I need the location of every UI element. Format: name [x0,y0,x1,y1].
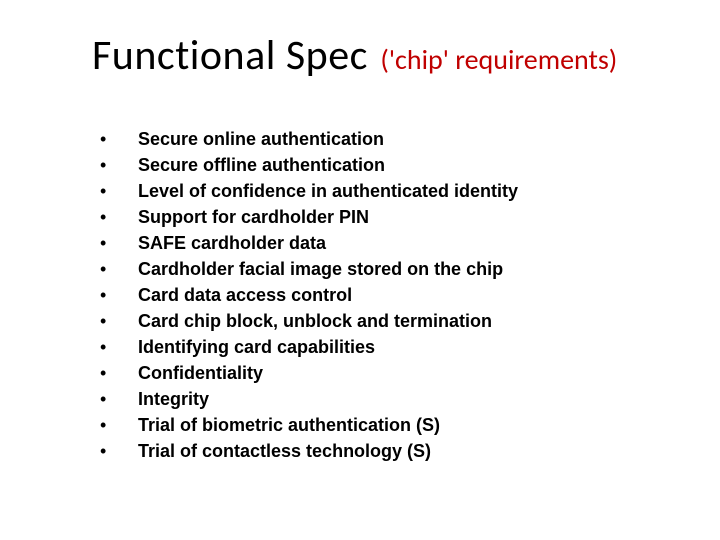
bullet-icon: • [100,363,138,384]
bullet-icon: • [100,259,138,280]
bullet-icon: • [100,311,138,332]
bullet-icon: • [100,181,138,202]
bullet-text: SAFE cardholder data [138,233,326,254]
list-item: • Trial of biometric authentication (S) [100,415,670,436]
bullet-icon: • [100,441,138,462]
bullet-icon: • [100,233,138,254]
bullet-icon: • [100,207,138,228]
bullet-text: Confidentiality [138,363,263,384]
bullet-text: Level of confidence in authenticated ide… [138,181,518,202]
bullet-text: Support for cardholder PIN [138,207,369,228]
bullet-text: Integrity [138,389,209,410]
list-item: • Card data access control [100,285,670,306]
bullet-icon: • [100,415,138,436]
list-item: • Trial of contactless technology (S) [100,441,670,462]
list-item: • Level of confidence in authenticated i… [100,181,670,202]
list-item: • Secure online authentication [100,129,670,150]
bullet-text: Secure offline authentication [138,155,385,176]
slide-container: Functional Spec ('chip' requirements) • … [0,0,720,540]
bullet-text: Trial of contactless technology (S) [138,441,431,462]
list-item: • Support for cardholder PIN [100,207,670,228]
slide-title: Functional Spec ('chip' requirements) [50,30,670,81]
bullet-text: Card data access control [138,285,352,306]
bullet-text: Card chip block, unblock and termination [138,311,492,332]
bullet-icon: • [100,155,138,176]
bullet-text: Trial of biometric authentication (S) [138,415,440,436]
list-item: • Confidentiality [100,363,670,384]
bullet-icon: • [100,285,138,306]
list-item: • SAFE cardholder data [100,233,670,254]
bullet-icon: • [100,337,138,358]
bullet-icon: • [100,389,138,410]
bullet-icon: • [100,129,138,150]
list-item: • Cardholder facial image stored on the … [100,259,670,280]
list-item: • Secure offline authentication [100,155,670,176]
title-sub: ('chip' requirements) [380,42,617,77]
bullet-text: Cardholder facial image stored on the ch… [138,259,503,280]
list-item: • Integrity [100,389,670,410]
list-item: • Card chip block, unblock and terminati… [100,311,670,332]
requirements-list: • Secure online authentication • Secure … [50,129,670,462]
list-item: • Identifying card capabilities [100,337,670,358]
title-main: Functional Spec [92,30,368,81]
bullet-text: Identifying card capabilities [138,337,375,358]
bullet-text: Secure online authentication [138,129,384,150]
